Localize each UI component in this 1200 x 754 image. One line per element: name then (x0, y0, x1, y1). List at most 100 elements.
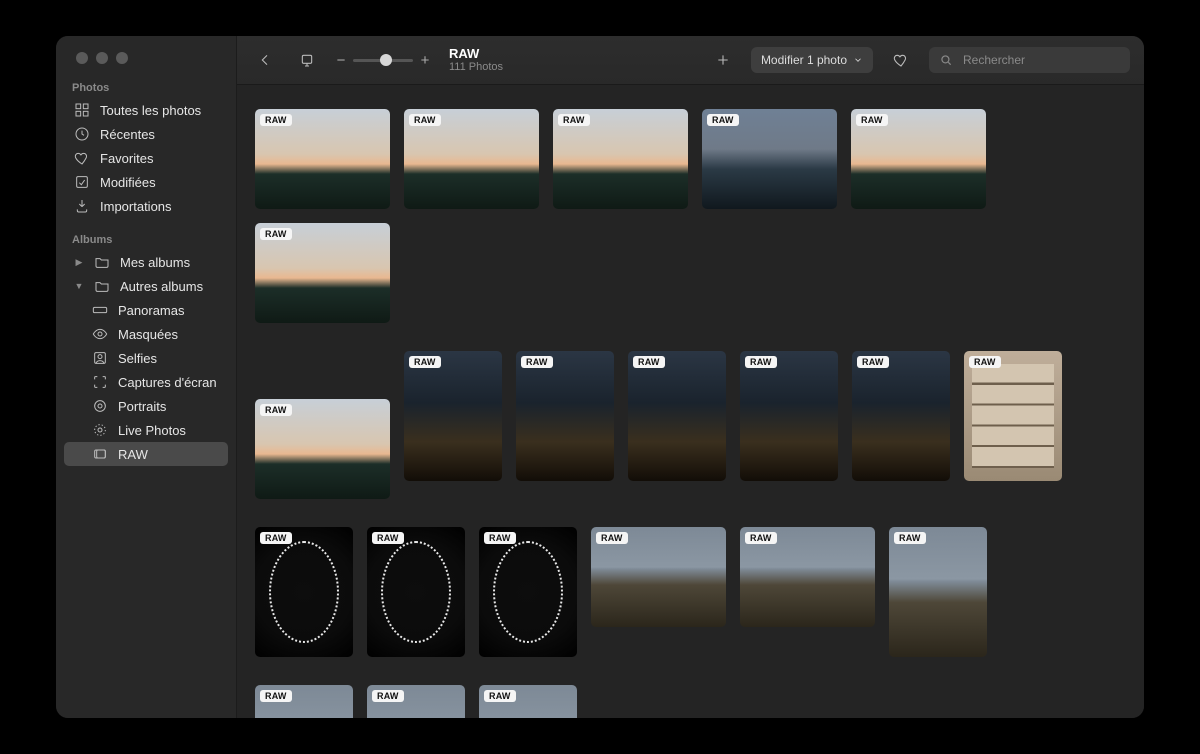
grid-icon (74, 102, 90, 118)
raw-badge: RAW (260, 532, 292, 544)
sidebar-item-label: Mes albums (120, 255, 190, 270)
photo-thumbnail[interactable]: RAW (702, 109, 837, 209)
photo-thumbnail[interactable]: RAW (367, 685, 465, 718)
raw-badge: RAW (484, 690, 516, 702)
photo-thumbnail[interactable]: RAW (404, 109, 539, 209)
search-field[interactable] (929, 47, 1130, 73)
chevron-right-icon[interactable]: ▶ (74, 257, 84, 268)
sidebar-item-toutes-les-photos[interactable]: Toutes les photos (64, 98, 228, 122)
sidebar: Photos Toutes les photos Récentes Favori… (56, 36, 237, 718)
photo-thumbnail[interactable]: RAW (255, 109, 390, 209)
sidebar-nav-photos: Toutes les photos Récentes Favorites Mod… (56, 98, 236, 228)
sidebar-item-live-photos[interactable]: Live Photos (64, 418, 228, 442)
selfie-icon (92, 350, 108, 366)
app-window: Photos Toutes les photos Récentes Favori… (56, 36, 1144, 718)
live-icon (92, 422, 108, 438)
chevron-down-icon[interactable]: ▼ (74, 281, 84, 291)
sidebar-item-label: Live Photos (118, 423, 186, 438)
add-button[interactable] (709, 46, 737, 74)
raw-badge: RAW (409, 356, 441, 368)
sidebar-item-selfies[interactable]: Selfies (64, 346, 228, 370)
raw-badge: RAW (260, 114, 292, 126)
photo-thumbnail[interactable]: RAW (255, 399, 390, 499)
sidebar-item-masquees[interactable]: Masquées (64, 322, 228, 346)
sidebar-item-label: Masquées (118, 327, 178, 342)
heart-icon (74, 150, 90, 166)
raw-badge: RAW (260, 404, 292, 416)
photo-grid: RAWRAWRAWRAWRAWRAWRAWRAWRAWRAWRAWRAWRAWR… (237, 85, 1144, 718)
photo-thumbnail[interactable]: RAW (479, 527, 577, 657)
back-button[interactable] (251, 46, 279, 74)
raw-badge: RAW (372, 690, 404, 702)
toolbar: − + RAW 111 Photos Modifier 1 photo (237, 36, 1144, 85)
folder-icon (94, 254, 110, 270)
search-icon (939, 53, 953, 67)
photo-thumbnail[interactable]: RAW (255, 685, 353, 718)
edit-dropdown[interactable]: Modifier 1 photo (751, 47, 873, 73)
sidebar-item-label: Autres albums (120, 279, 203, 294)
traffic-lights (56, 36, 236, 76)
raw-badge: RAW (969, 356, 1001, 368)
zoom-slider[interactable] (353, 59, 413, 62)
traffic-zoom[interactable] (116, 52, 128, 64)
sidebar-item-label: Portraits (118, 399, 166, 414)
raw-badge: RAW (260, 690, 292, 702)
sidebar-item-label: Selfies (118, 351, 157, 366)
sidebar-item-autres-albums[interactable]: ▼ Autres albums (64, 274, 228, 298)
favorite-button[interactable] (887, 46, 915, 74)
photo-thumbnail[interactable]: RAW (367, 527, 465, 657)
photo-thumbnail[interactable]: RAW (889, 527, 987, 657)
photo-thumbnail[interactable]: RAW (255, 223, 390, 323)
photo-thumbnail[interactable]: RAW (628, 351, 726, 481)
sidebar-item-modifiees[interactable]: Modifiées (64, 170, 228, 194)
traffic-close[interactable] (76, 52, 88, 64)
photo-thumbnail[interactable]: RAW (404, 351, 502, 481)
display-mode-button[interactable] (293, 46, 321, 74)
photo-thumbnail[interactable]: RAW (516, 351, 614, 481)
photo-thumbnail[interactable]: RAW (852, 351, 950, 481)
raw-badge: RAW (894, 532, 926, 544)
sidebar-item-label: Captures d'écran (118, 375, 217, 390)
panorama-icon (92, 302, 108, 318)
sidebar-item-raw[interactable]: RAW (64, 442, 228, 466)
raw-badge: RAW (745, 532, 777, 544)
photo-thumbnail[interactable]: RAW (553, 109, 688, 209)
sidebar-item-favorites[interactable]: Favorites (64, 146, 228, 170)
edit-icon (74, 174, 90, 190)
photo-thumbnail[interactable]: RAW (964, 351, 1062, 481)
raw-badge: RAW (633, 356, 665, 368)
raw-badge: RAW (372, 532, 404, 544)
page-title: RAW (449, 47, 503, 61)
eye-icon (92, 326, 108, 342)
sidebar-item-importations[interactable]: Importations (64, 194, 228, 218)
chevron-down-icon (853, 55, 863, 65)
edit-dropdown-label: Modifier 1 photo (761, 53, 847, 67)
sidebar-item-label: Toutes les photos (100, 103, 201, 118)
traffic-minimize[interactable] (96, 52, 108, 64)
raw-badge: RAW (745, 356, 777, 368)
photo-thumbnail[interactable]: RAW (851, 109, 986, 209)
sidebar-item-panoramas[interactable]: Panoramas (64, 298, 228, 322)
sidebar-item-recentes[interactable]: Récentes (64, 122, 228, 146)
photo-thumbnail[interactable]: RAW (740, 351, 838, 481)
zoom-knob[interactable] (380, 54, 392, 66)
sidebar-item-mes-albums[interactable]: ▶ Mes albums (64, 250, 228, 274)
sidebar-item-portraits[interactable]: Portraits (64, 394, 228, 418)
photo-thumbnail[interactable]: RAW (255, 527, 353, 657)
photo-thumbnail[interactable]: RAW (591, 527, 726, 627)
raw-badge: RAW (484, 532, 516, 544)
sidebar-nav-albums: ▶ Mes albums ▼ Autres albums Panoramas M… (56, 250, 236, 476)
raw-badge: RAW (558, 114, 590, 126)
raw-icon (92, 446, 108, 462)
zoom-in-button[interactable]: + (419, 52, 431, 69)
sidebar-item-label: RAW (118, 447, 148, 462)
raw-badge: RAW (856, 114, 888, 126)
photo-thumbnail[interactable]: RAW (740, 527, 875, 627)
sidebar-section-albums: Albums (56, 228, 236, 250)
photo-thumbnail[interactable]: RAW (479, 685, 577, 718)
sidebar-item-captures-decran[interactable]: Captures d'écran (64, 370, 228, 394)
zoom-out-button[interactable]: − (335, 52, 347, 69)
search-input[interactable] (961, 52, 1120, 68)
zoom-control: − + (335, 52, 431, 69)
grid-scroll[interactable]: RAWRAWRAWRAWRAWRAWRAWRAWRAWRAWRAWRAWRAWR… (237, 85, 1144, 718)
